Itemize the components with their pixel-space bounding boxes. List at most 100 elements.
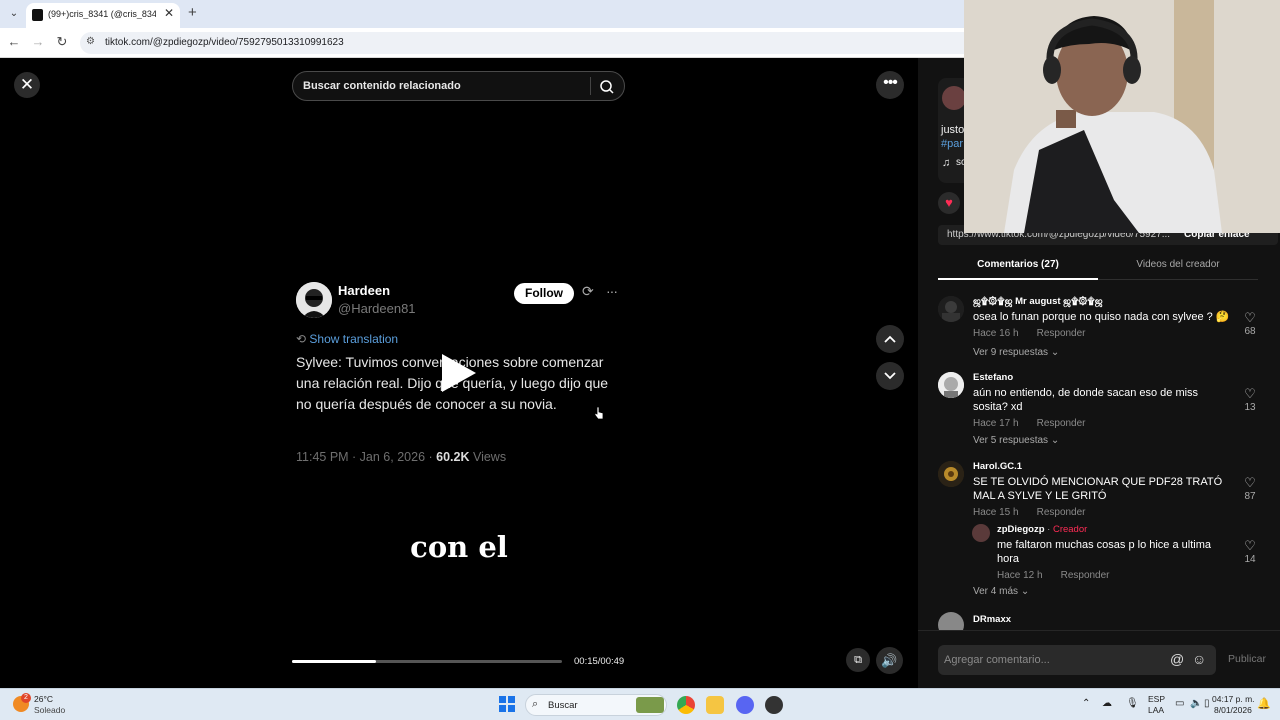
- emoji-icon[interactable]: ☺: [1192, 651, 1206, 667]
- back-arrow-icon[interactable]: ←: [6, 34, 22, 50]
- network-icon[interactable]: ▭: [1175, 698, 1184, 709]
- microphone-icon[interactable]: 🎙: [1126, 698, 1139, 709]
- comment-username[interactable]: DRmaxx: [973, 614, 1011, 625]
- show-translation-link: ⟲ Show translation: [296, 332, 398, 346]
- volume-tray-icon[interactable]: 🔈: [1190, 698, 1202, 709]
- taskbar-search[interactable]: ⌕ Buscar: [525, 694, 667, 716]
- windows-start-icon[interactable]: [499, 696, 515, 712]
- browser-tab[interactable]: (99+)cris_8341 (@cris_8341 ✕: [26, 3, 180, 28]
- url-field[interactable]: ⚙ tiktok.com/@zpdiegozp/video/7592795013…: [80, 32, 980, 54]
- mini-player-button[interactable]: ⧉: [846, 648, 870, 672]
- tab-close-icon[interactable]: ✕: [164, 6, 174, 20]
- show-hidden-icons-icon[interactable]: ⌃: [1082, 698, 1090, 709]
- description-fragment: justo: [941, 124, 965, 136]
- speaker-icon: 🔊: [881, 653, 898, 668]
- reply-button[interactable]: Responder: [1037, 328, 1086, 339]
- webcam-person-image: [964, 0, 1280, 233]
- reply-username-row: zpDiegozp · Creador: [997, 524, 1088, 535]
- search-icon[interactable]: [597, 77, 617, 97]
- play-icon[interactable]: [442, 354, 476, 392]
- creator-avatar[interactable]: [942, 86, 966, 110]
- reply-meta: Hace 12 h Responder: [997, 570, 1110, 581]
- panel-tabs: Comentarios (27) Videos del creador: [938, 254, 1258, 280]
- comment-time: Hace 15 h: [973, 507, 1019, 518]
- reply-like-icon[interactable]: ♡: [1240, 538, 1260, 554]
- tab-comments[interactable]: Comentarios (27): [938, 259, 1098, 270]
- onedrive-icon[interactable]: ☁: [1102, 698, 1112, 709]
- comment-username[interactable]: Estefano: [973, 372, 1013, 383]
- heart-icon: ♥: [945, 195, 953, 210]
- obs-icon[interactable]: [765, 696, 783, 714]
- more-options-button[interactable]: •••: [876, 71, 904, 99]
- close-video-button[interactable]: ✕: [14, 72, 40, 98]
- tweet-more-icon: ···: [606, 283, 618, 299]
- site-info-icon[interactable]: ⚙: [86, 36, 95, 47]
- comment-meta: Hace 16 h Responder: [973, 328, 1086, 339]
- comment-avatar[interactable]: [938, 461, 964, 487]
- discord-icon[interactable]: [736, 696, 754, 714]
- reply-time: Hace 12 h: [997, 570, 1043, 581]
- progress-fill: [292, 660, 376, 663]
- reply-avatar[interactable]: [972, 524, 990, 542]
- video-time: 00:15/00:49: [574, 656, 625, 667]
- music-note-icon: ♫: [942, 157, 951, 169]
- tweet-author-name: Hardeen: [338, 283, 391, 298]
- comment-input[interactable]: Agregar comentario... @ ☺: [938, 645, 1216, 675]
- reply-text: me faltaron muchas cosas p lo hice a ult…: [997, 539, 1211, 565]
- reply-button[interactable]: Responder: [1037, 507, 1086, 518]
- new-tab-plus-icon[interactable]: +: [188, 4, 197, 21]
- reply-button[interactable]: Responder: [1037, 418, 1086, 429]
- comment-item: Harol.GC.1 SE TE OLVIDÓ MENCIONAR QUE PD…: [938, 461, 1258, 521]
- view-replies-button[interactable]: Ver 5 respuestas ⌄: [973, 435, 1059, 446]
- comment-input-placeholder: Agregar comentario...: [944, 654, 1050, 666]
- comment-avatar[interactable]: [938, 296, 964, 322]
- video-player[interactable]: Hardeen @Hardeen81 Follow ⟳ ··· ⟲ Show t…: [282, 58, 636, 688]
- search-bar[interactable]: Buscar contenido relacionado: [292, 71, 625, 101]
- comment-like-icon[interactable]: ♡: [1240, 475, 1260, 491]
- comment-username[interactable]: ஜ۩۞۩ஜ Mr august ஜ۩۞۩ஜ: [973, 296, 1103, 308]
- active-tab-underline: [938, 278, 1098, 280]
- language-bottom: LAA: [1148, 705, 1165, 715]
- comment-username[interactable]: Harol.GC.1: [973, 461, 1022, 472]
- forward-arrow-icon[interactable]: →: [30, 34, 46, 50]
- comment-text: SE TE OLVIDÓ MENCIONAR QUE PDF28 TRATÓ M…: [973, 476, 1223, 502]
- view-replies-button[interactable]: Ver 9 respuestas ⌄: [973, 347, 1059, 358]
- mention-icon[interactable]: @: [1170, 651, 1184, 667]
- like-button[interactable]: ♥: [938, 192, 960, 214]
- search-divider: [590, 77, 591, 95]
- video-caption: con el: [410, 530, 508, 564]
- chevron-down-icon: ⌄: [1050, 347, 1060, 358]
- chrome-icon[interactable]: [677, 696, 695, 714]
- previous-video-button[interactable]: [876, 325, 904, 353]
- weather-temp[interactable]: 26°C: [34, 694, 53, 704]
- reload-icon[interactable]: ↻: [54, 34, 70, 50]
- reply-like-count: 14: [1244, 554, 1256, 565]
- show-translation-label: Show translation: [309, 332, 399, 346]
- tab-search-chevron-icon[interactable]: ⌄: [6, 6, 22, 22]
- comment-like-icon[interactable]: ♡: [1240, 386, 1260, 402]
- comment-like-icon[interactable]: ♡: [1240, 310, 1260, 326]
- hashtag-fragment[interactable]: #par: [941, 138, 963, 150]
- tab-creator-videos[interactable]: Videos del creador: [1098, 259, 1258, 270]
- notifications-icon[interactable]: 🔔: [1257, 697, 1271, 710]
- battery-icon[interactable]: ▯: [1204, 698, 1210, 709]
- language-top[interactable]: ESP: [1148, 694, 1165, 704]
- volume-button[interactable]: 🔊: [876, 647, 903, 674]
- comment-meta: Hace 17 h Responder: [973, 418, 1086, 429]
- comment-like-count: 87: [1244, 491, 1256, 502]
- comment-avatar[interactable]: [938, 372, 964, 398]
- publish-button[interactable]: Publicar: [1228, 653, 1266, 665]
- reply-reply-button[interactable]: Responder: [1061, 570, 1110, 581]
- comment-avatar[interactable]: [938, 612, 964, 630]
- search-highlight-icon: [636, 697, 664, 713]
- clock-time[interactable]: 04:17 p. m.: [1212, 694, 1255, 704]
- chevron-down-icon: ⌄: [1020, 586, 1030, 597]
- next-video-button[interactable]: [876, 362, 904, 390]
- file-explorer-icon[interactable]: [706, 696, 724, 714]
- tweet-avatar: [296, 282, 332, 318]
- reply-username[interactable]: zpDiegozp: [997, 524, 1045, 535]
- picture-in-picture-icon: ⧉: [854, 654, 862, 666]
- search-input[interactable]: Buscar contenido relacionado: [303, 80, 461, 92]
- view-more-replies-button[interactable]: Ver 4 más ⌄: [973, 586, 1029, 597]
- webcam-overlay: [964, 0, 1280, 233]
